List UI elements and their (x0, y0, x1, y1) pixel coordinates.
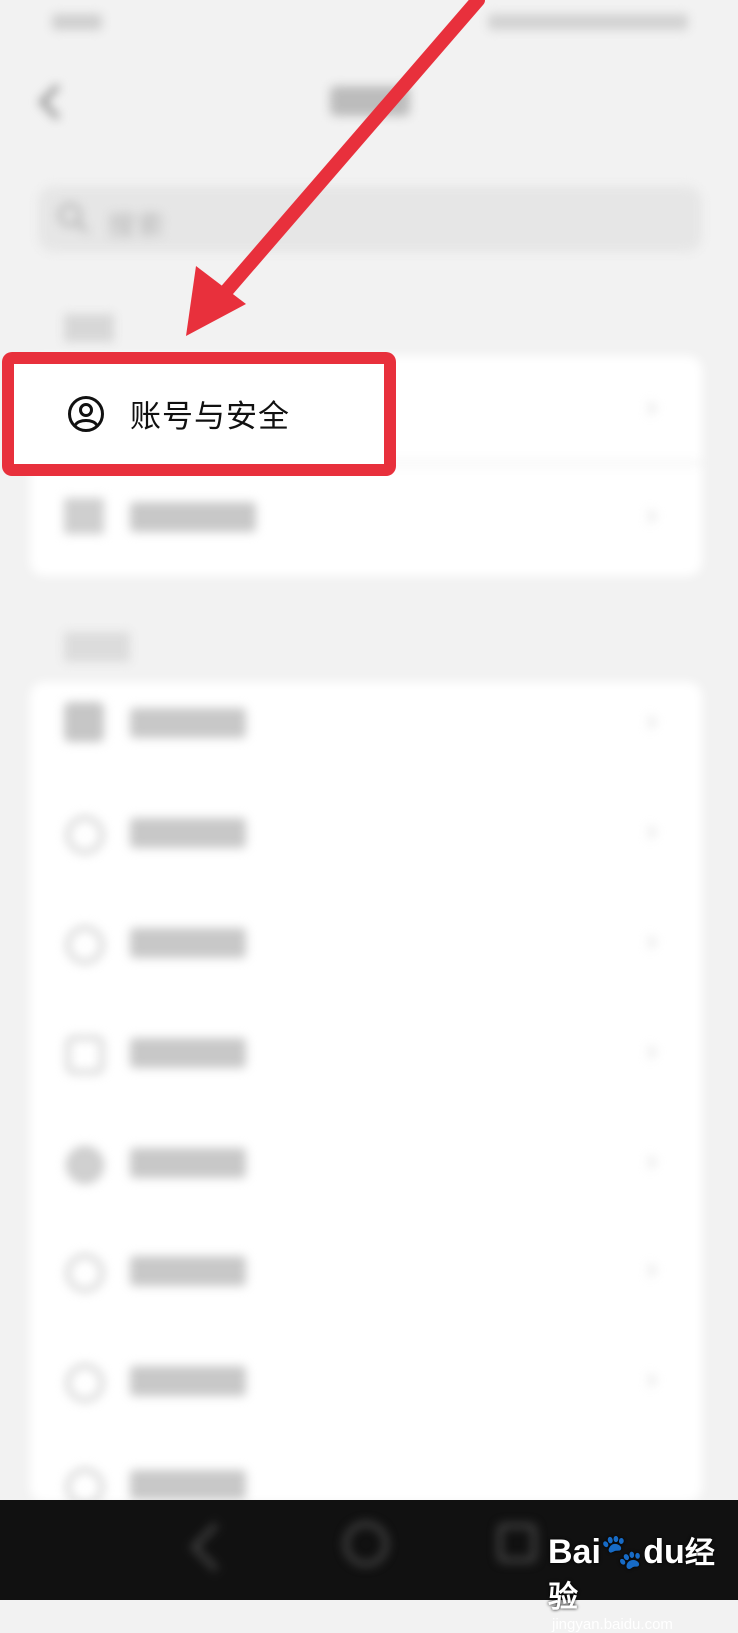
chevron-right-icon: › (646, 814, 658, 849)
settings-row-label[interactable] (130, 1148, 246, 1178)
settings-row-icon (66, 816, 104, 854)
settings-row-icon (66, 1364, 104, 1402)
section-label (64, 632, 130, 662)
chevron-right-icon: › (646, 1362, 658, 1397)
watermark-brand: Bai (548, 1533, 601, 1571)
watermark-url: jingyan.baidu.com (552, 1616, 673, 1633)
settings-row-icon (64, 702, 104, 742)
paw-icon: 🐾 (600, 1533, 644, 1571)
chevron-right-icon: › (646, 1144, 658, 1179)
settings-row-icon (66, 1036, 104, 1074)
settings-row-label (130, 502, 256, 532)
settings-row-label[interactable] (130, 1366, 246, 1396)
chevron-right-icon: › (646, 924, 658, 959)
user-circle-icon (66, 394, 106, 434)
settings-row-label[interactable] (130, 1038, 246, 1068)
settings-row-icon (64, 498, 104, 534)
settings-row-label[interactable] (130, 1256, 246, 1286)
watermark-brand-tail: du (643, 1533, 685, 1571)
nav-back-icon[interactable] (190, 1522, 240, 1572)
chevron-right-icon: › (646, 1252, 658, 1287)
settings-row-icon (66, 1146, 104, 1184)
nav-home-icon[interactable] (344, 1522, 388, 1566)
chevron-right-icon: › (646, 1034, 658, 1069)
baidu-watermark: Bai🐾du经验 jingyan.baidu.com (548, 1528, 738, 1633)
settings-row-icon (66, 1254, 104, 1292)
settings-row-label[interactable] (130, 818, 246, 848)
nav-recents-icon[interactable] (498, 1524, 536, 1562)
settings-row-label[interactable] (130, 1470, 246, 1500)
settings-row-label[interactable] (130, 928, 246, 958)
settings-row-label[interactable] (130, 708, 246, 738)
chevron-right-icon: › (646, 704, 658, 739)
chevron-right-icon: › (646, 498, 658, 533)
settings-row-icon (66, 926, 104, 964)
annotation-arrow (186, 0, 485, 336)
